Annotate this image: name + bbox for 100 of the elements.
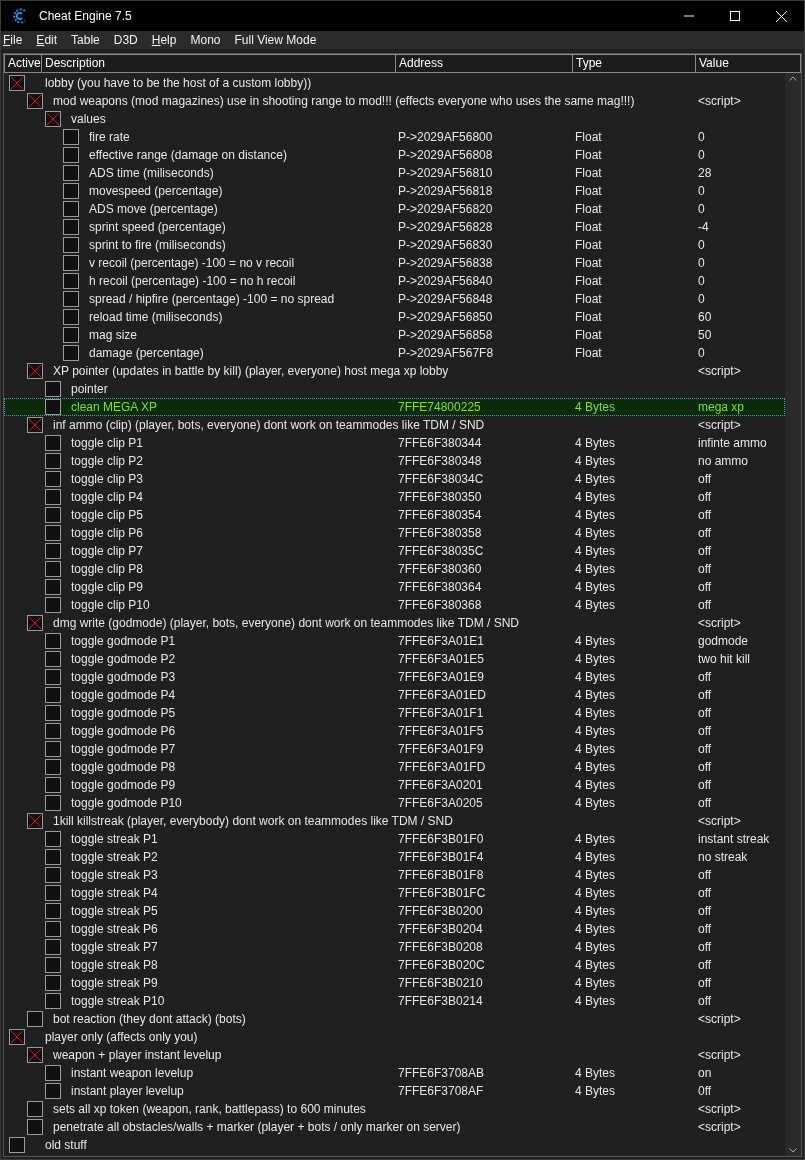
checkbox[interactable] — [45, 651, 61, 667]
checkbox[interactable] — [63, 165, 79, 181]
table-row[interactable]: toggle streak P1 7FFE6F3B01F0 4 Bytes instant streak — [4, 830, 785, 848]
table-row[interactable]: toggle streak P5 7FFE6F3B0200 4 Bytes off — [4, 902, 785, 920]
table-row[interactable]: weapon + player instant levelup <script> — [4, 1046, 785, 1064]
checkbox[interactable] — [63, 345, 79, 361]
table-row[interactable]: lobby (you have to be the host of a custom lobby)) — [4, 74, 785, 92]
table-row[interactable]: old stuff — [4, 1136, 785, 1154]
table-row[interactable]: values — [4, 110, 785, 128]
checkbox[interactable] — [27, 813, 43, 829]
table-row[interactable]: toggle streak P6 7FFE6F3B0204 4 Bytes off — [4, 920, 785, 938]
menu-item[interactable]: D3D — [111, 33, 146, 47]
table-row[interactable]: mod weapons (mod magazines) use in shooting range to mod!!! (effects everyone who uses the same mag!!!) <script> — [4, 92, 785, 110]
table-row[interactable]: toggle godmode P7 7FFE6F3A01F9 4 Bytes off — [4, 740, 785, 758]
table-row[interactable]: toggle streak P9 7FFE6F3B0210 4 Bytes off — [4, 974, 785, 992]
menu-item[interactable]: Help — [149, 33, 185, 47]
table-row[interactable]: h recoil (percentage) -100 = no h recoil P->2029AF56840 Float 0 — [4, 272, 785, 290]
checkbox[interactable] — [45, 507, 61, 523]
table-row[interactable]: toggle streak P3 7FFE6F3B01F8 4 Bytes off — [4, 866, 785, 884]
checkbox[interactable] — [63, 201, 79, 217]
checkbox[interactable] — [45, 831, 61, 847]
checkbox[interactable] — [45, 489, 61, 505]
checkbox[interactable] — [63, 291, 79, 307]
checkbox[interactable] — [45, 561, 61, 577]
checkbox[interactable] — [9, 75, 25, 91]
checkbox[interactable] — [45, 723, 61, 739]
table-row[interactable]: instant player levelup 7FFE6F3708AF 4 Bytes 0ff — [4, 1082, 785, 1100]
scroll-down-icon[interactable] — [789, 1148, 797, 1153]
checkbox[interactable] — [45, 471, 61, 487]
checkbox[interactable] — [45, 957, 61, 973]
table-row[interactable]: toggle clip P5 7FFE6F380354 4 Bytes off — [4, 506, 785, 524]
checkbox[interactable] — [27, 93, 43, 109]
checkbox[interactable] — [45, 759, 61, 775]
checkbox[interactable] — [45, 1065, 61, 1081]
checkbox[interactable] — [27, 1047, 43, 1063]
checkbox[interactable] — [9, 1137, 25, 1153]
scrollbar[interactable] — [785, 73, 801, 1156]
checkbox[interactable] — [45, 399, 61, 415]
column-header[interactable]: Value — [696, 54, 801, 73]
table-row[interactable]: v recoil (percentage) -100 = no v recoil P->2029AF56838 Float 0 — [4, 254, 785, 272]
checkbox[interactable] — [45, 903, 61, 919]
table-row[interactable]: spread / hipfire (percentage) -100 = no spread P->2029AF56848 Float 0 — [4, 290, 785, 308]
column-header[interactable]: Address — [396, 54, 573, 73]
checkbox[interactable] — [45, 633, 61, 649]
table-row[interactable]: toggle clip P2 7FFE6F380348 4 Bytes no ammo — [4, 452, 785, 470]
checkbox[interactable] — [27, 363, 43, 379]
checkbox[interactable] — [45, 669, 61, 685]
checkbox[interactable] — [63, 147, 79, 163]
checkbox[interactable] — [45, 525, 61, 541]
table-row[interactable]: toggle godmode P9 7FFE6F3A0201 4 Bytes off — [4, 776, 785, 794]
checkbox[interactable] — [63, 183, 79, 199]
table-row[interactable]: player only (affects only you) — [4, 1028, 785, 1046]
menu-item[interactable]: File — [1, 33, 31, 47]
checkbox[interactable] — [63, 237, 79, 253]
checkbox[interactable] — [45, 453, 61, 469]
checkbox[interactable] — [45, 687, 61, 703]
checkbox[interactable] — [45, 885, 61, 901]
checkbox[interactable] — [45, 849, 61, 865]
menu-item[interactable]: Mono — [188, 33, 229, 47]
checkbox[interactable] — [63, 255, 79, 271]
checkbox[interactable] — [45, 381, 61, 397]
menu-item[interactable]: Edit — [34, 33, 66, 47]
table-row[interactable]: toggle clip P3 7FFE6F38034C 4 Bytes off — [4, 470, 785, 488]
checkbox[interactable] — [45, 939, 61, 955]
column-header[interactable]: Type — [573, 54, 696, 73]
table-row[interactable]: toggle godmode P4 7FFE6F3A01ED 4 Bytes off — [4, 686, 785, 704]
checkbox[interactable] — [63, 327, 79, 343]
checkbox[interactable] — [45, 993, 61, 1009]
checkbox[interactable] — [45, 435, 61, 451]
table-row[interactable]: toggle clip P7 7FFE6F38035C 4 Bytes off — [4, 542, 785, 560]
scroll-up-icon[interactable] — [789, 76, 797, 81]
checkbox[interactable] — [27, 615, 43, 631]
table-row[interactable]: toggle streak P2 7FFE6F3B01F4 4 Bytes no streak — [4, 848, 785, 866]
table-row[interactable]: dmg write (godmode) (player, bots, everyone) dont work on teammodes like TDM / SND <script> — [4, 614, 785, 632]
checkbox[interactable] — [27, 1119, 43, 1135]
table-row[interactable]: sprint to fire (miliseconds) P->2029AF56830 Float 0 — [4, 236, 785, 254]
checkbox[interactable] — [45, 741, 61, 757]
table-row[interactable]: penetrate all obstacles/walls + marker (player + bots / only marker on server) <script> — [4, 1118, 785, 1136]
table-row[interactable]: effective range (damage on distance) P->2029AF56808 Float 0 — [4, 146, 785, 164]
table-row[interactable]: mag size P->2029AF56858 Float 50 — [4, 326, 785, 344]
table-row[interactable]: toggle clip P4 7FFE6F380350 4 Bytes off — [4, 488, 785, 506]
checkbox[interactable] — [9, 1029, 25, 1045]
table-row[interactable]: toggle streak P8 7FFE6F3B020C 4 Bytes off — [4, 956, 785, 974]
table-row[interactable]: toggle godmode P3 7FFE6F3A01E9 4 Bytes off — [4, 668, 785, 686]
checkbox[interactable] — [45, 705, 61, 721]
checkbox[interactable] — [45, 867, 61, 883]
column-header[interactable]: Active — [4, 54, 42, 73]
checkbox[interactable] — [27, 1101, 43, 1117]
table-row[interactable]: toggle streak P7 7FFE6F3B0208 4 Bytes off — [4, 938, 785, 956]
table-row[interactable]: toggle clip P1 7FFE6F380344 4 Bytes infinte ammo — [4, 434, 785, 452]
table-row[interactable]: toggle clip P10 7FFE6F380368 4 Bytes off — [4, 596, 785, 614]
checkbox[interactable] — [27, 417, 43, 433]
table-row[interactable]: XP pointer (updates in battle by kill) (player, everyone) host mega xp lobby <script> — [4, 362, 785, 380]
table-row[interactable]: toggle godmode P1 7FFE6F3A01E1 4 Bytes godmode — [4, 632, 785, 650]
checkbox[interactable] — [27, 1011, 43, 1027]
selected-table-row[interactable]: clean MEGA XP 7FFE74800225 4 Bytes mega xp — [4, 398, 785, 416]
checkbox[interactable] — [45, 975, 61, 991]
checkbox[interactable] — [63, 273, 79, 289]
table-row[interactable]: toggle streak P10 7FFE6F3B0214 4 Bytes off — [4, 992, 785, 1010]
menu-item[interactable]: Full View Mode — [232, 33, 325, 47]
